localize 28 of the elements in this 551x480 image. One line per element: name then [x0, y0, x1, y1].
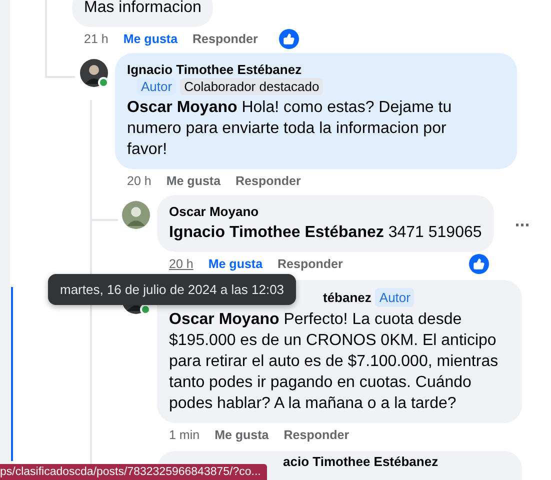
comment-time[interactable]: 1 min	[169, 428, 200, 442]
more-options-icon[interactable]: ···	[514, 215, 530, 236]
comment-text: Oscar Moyano Hola! como estas? Dejame tu numero para enviarte toda la informacion por favor!	[127, 98, 453, 160]
comment-text: Oscar Moyano Perfecto! La cuota desde $195.000 es de un CRONOS 0KM. El anticipo para retirar el auto es de $7.100.000, mientras tanto podes ir pagando en cuotas. Cuándo podes hablar? A la mañana o a la tarde?	[169, 310, 500, 414]
comment-author[interactable]: Ignacio Timothee Estébanez	[127, 61, 302, 78]
comment-text: Mas informacion	[84, 0, 202, 18]
comment-author[interactable]: Oscar Moyano	[169, 203, 259, 220]
reply-link[interactable]: Responder	[192, 32, 258, 46]
comment-text: Ignacio Timothee Estébanez 3471 519065	[169, 223, 482, 243]
role-badge: Colaborador destacado	[180, 78, 324, 95]
link-url-status: ps/clasificadoscda/posts/7832325966843875/?co...	[0, 464, 267, 480]
comment-time[interactable]: 20 h	[127, 174, 152, 188]
like-reaction-icon[interactable]	[278, 29, 299, 49]
role-badge: Autor	[137, 78, 176, 95]
like-reaction-icon[interactable]	[469, 254, 489, 274]
reply-link[interactable]: Responder	[278, 257, 343, 271]
like-link[interactable]: Me gusta	[208, 257, 263, 271]
comment-author[interactable]: acio Timothee Estébanez	[283, 454, 438, 469]
like-link[interactable]: Me gusta	[166, 174, 221, 188]
comment-author[interactable]: tébanez	[323, 289, 372, 306]
reply-link[interactable]: Responder	[284, 428, 350, 442]
comment-time[interactable]: 20 h	[169, 257, 194, 271]
date-tooltip: martes, 16 de julio de 2024 a las 12:03	[48, 274, 296, 305]
role-badge: Autor	[375, 288, 414, 307]
reply-link[interactable]: Responder	[236, 174, 301, 188]
comment-time[interactable]: 21 h	[84, 32, 108, 46]
like-link[interactable]: Me gusta	[214, 428, 269, 442]
like-link[interactable]: Me gusta	[123, 32, 178, 46]
